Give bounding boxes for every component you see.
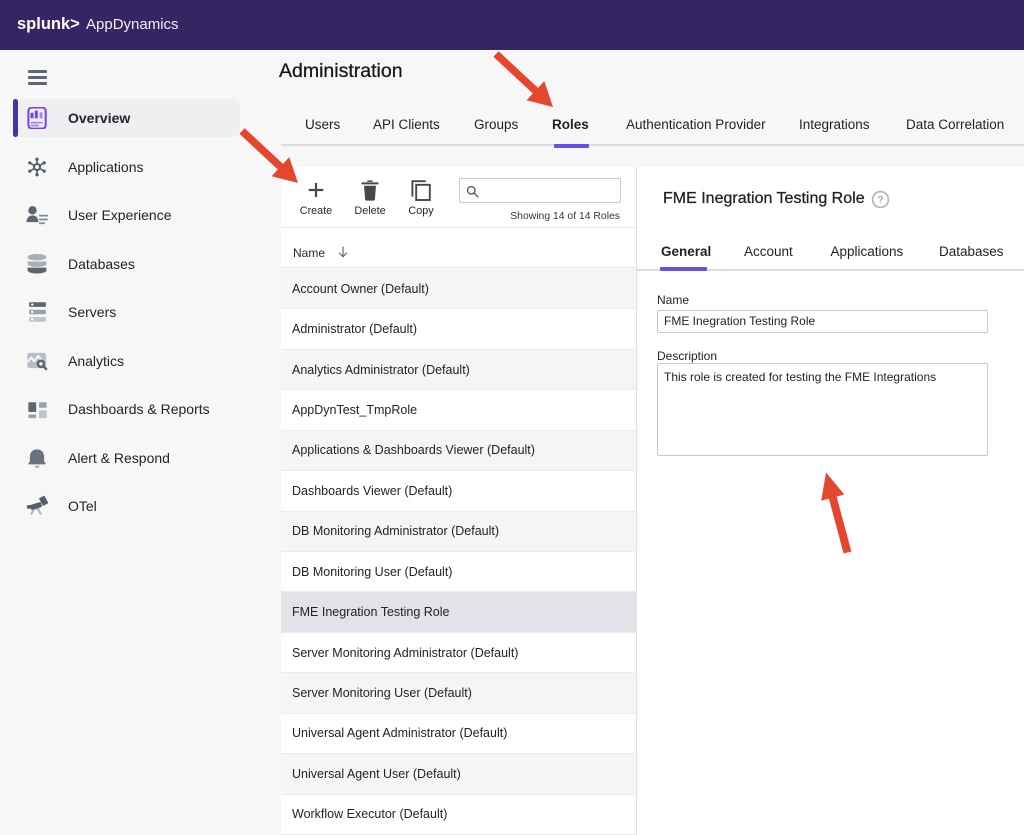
- svg-text:?: ?: [877, 195, 883, 206]
